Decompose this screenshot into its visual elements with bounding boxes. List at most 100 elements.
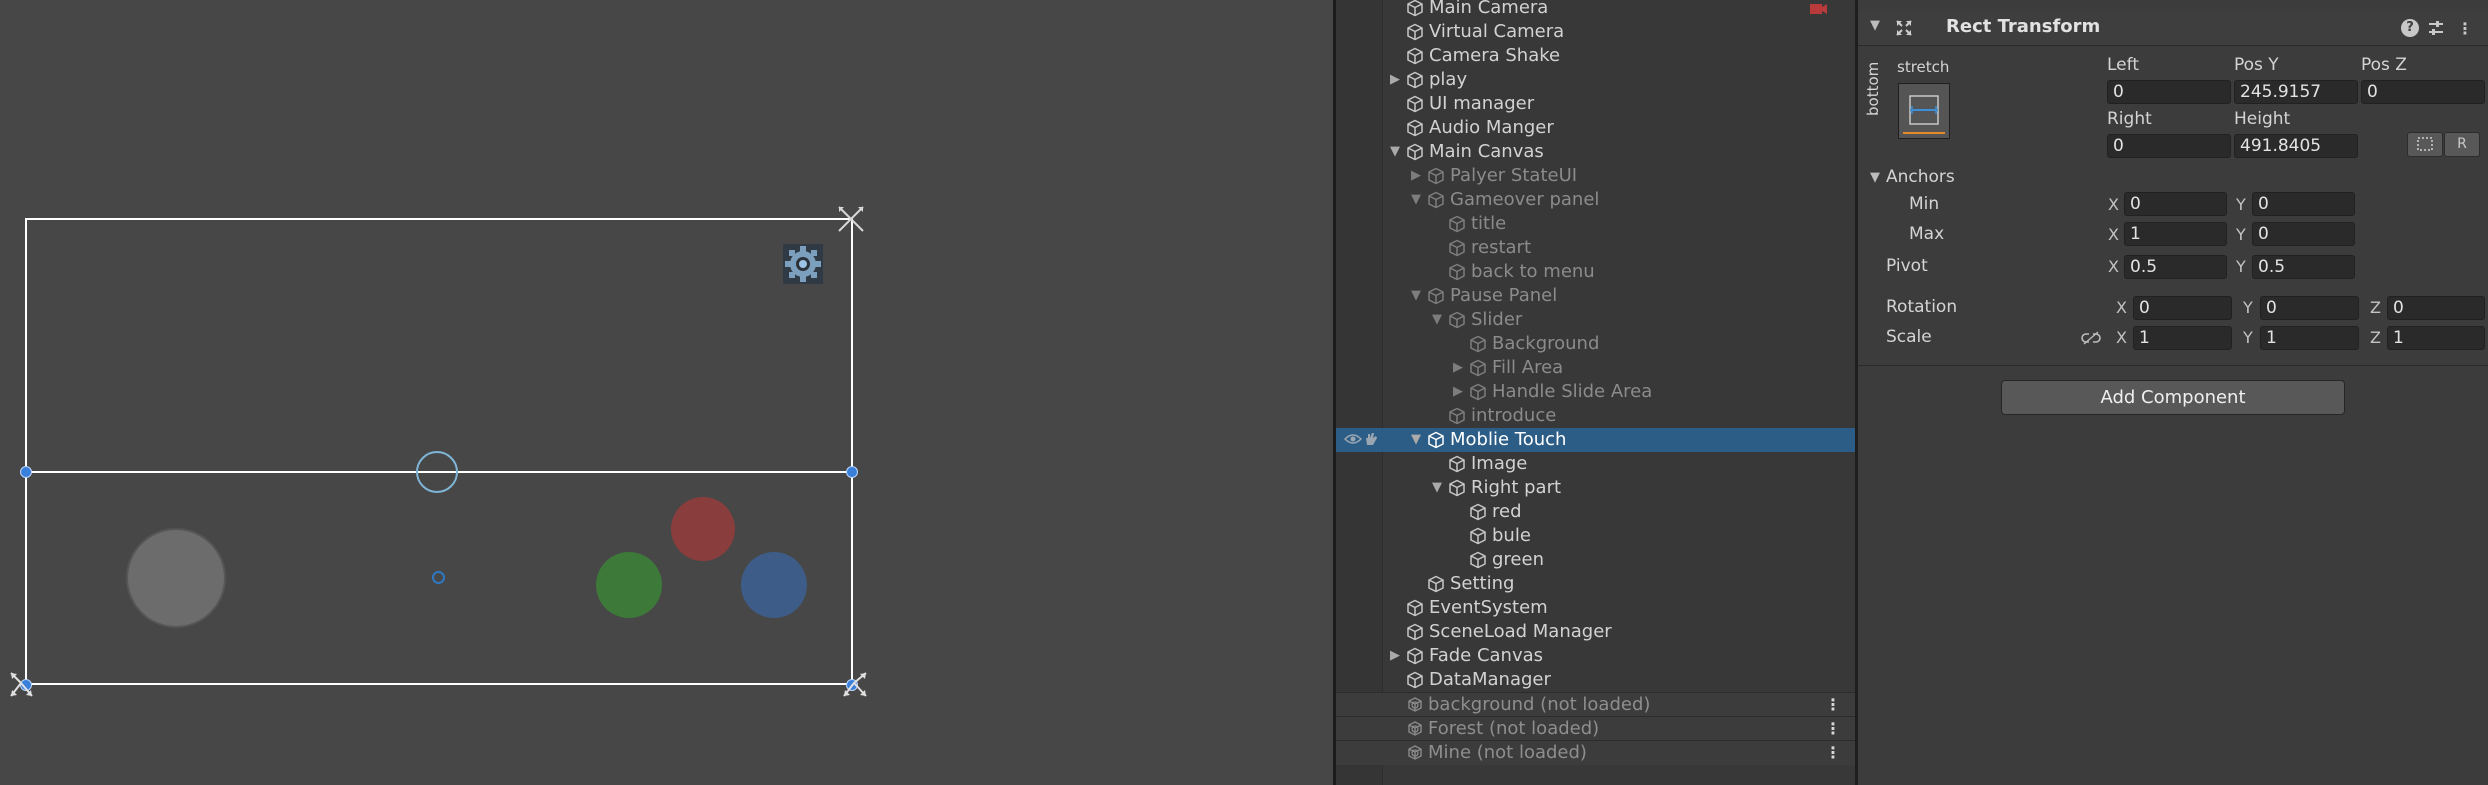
rotation-x-field[interactable]: 0: [2133, 296, 2232, 320]
scale-x-field[interactable]: 1: [2133, 326, 2232, 350]
hierarchy-item[interactable]: ▼ Slider: [1336, 308, 1855, 332]
hierarchy-item[interactable]: Audio Manger: [1336, 116, 1855, 140]
unloaded-scene-row[interactable]: Forest (not loaded) ⋮: [1336, 716, 1855, 741]
anchor-min-label: Min: [1909, 194, 1940, 214]
green-button-icon[interactable]: [596, 552, 662, 618]
hierarchy-item[interactable]: DataManager: [1336, 668, 1855, 692]
context-menu-icon[interactable]: ⋮: [2457, 19, 2473, 38]
scene-view[interactable]: [0, 0, 1333, 785]
hierarchy-item[interactable]: Camera Shake: [1336, 44, 1855, 68]
rotation-z-field[interactable]: 0: [2387, 296, 2485, 320]
hierarchy-item[interactable]: back to menu: [1336, 260, 1855, 284]
anchors-label[interactable]: Anchors: [1886, 167, 1955, 187]
hierarchy-item[interactable]: restart: [1336, 236, 1855, 260]
anchor-min-x-field[interactable]: 0: [2124, 192, 2227, 216]
right-field[interactable]: 0: [2107, 134, 2231, 158]
hierarchy-item[interactable]: UI manager: [1336, 92, 1855, 116]
hierarchy-item[interactable]: SceneLoad Manager: [1336, 620, 1855, 644]
anchors-foldout-arrow[interactable]: ▼: [1870, 170, 1880, 185]
foldout-collapsed-icon[interactable]: ▶: [1387, 644, 1403, 668]
rect-handle-left[interactable]: [20, 466, 32, 478]
hierarchy-item[interactable]: Main Camera: [1336, 0, 1855, 20]
constrain-proportions-icon[interactable]: [2081, 330, 2101, 346]
hierarchy-item[interactable]: ▶ Fade Canvas: [1336, 644, 1855, 668]
hierarchy-item[interactable]: ▼ Moblie Touch: [1336, 428, 1855, 452]
pos-y-field[interactable]: 245.9157: [2234, 80, 2358, 104]
anchor-preset-button[interactable]: [1898, 83, 1950, 139]
foldout-collapsed-icon[interactable]: ▶: [1450, 356, 1466, 380]
pickability-hand-icon[interactable]: [1363, 431, 1379, 447]
hierarchy-item[interactable]: ▼ Main Canvas: [1336, 140, 1855, 164]
left-field[interactable]: 0: [2107, 80, 2231, 104]
anchor-max-x-field[interactable]: 1: [2124, 222, 2227, 246]
anchor-max-y-label: Y: [2236, 225, 2246, 244]
foldout-arrow-icon[interactable]: ▼: [1870, 18, 1880, 33]
hierarchy-item-label: EventSystem: [1429, 597, 1548, 618]
hierarchy-item-label: Slider: [1471, 309, 1523, 330]
red-button-icon[interactable]: [671, 497, 735, 561]
gameobject-cube-icon: [1469, 335, 1487, 353]
hierarchy-item[interactable]: ▼ Pause Panel: [1336, 284, 1855, 308]
gameobject-cube-icon: [1406, 647, 1424, 665]
hierarchy-item[interactable]: Background: [1336, 332, 1855, 356]
hierarchy-item[interactable]: ▼ Gameover panel: [1336, 188, 1855, 212]
hierarchy-item[interactable]: title: [1336, 212, 1855, 236]
blueprint-mode-button[interactable]: [2407, 132, 2443, 157]
pivot-y-field[interactable]: 0.5: [2252, 255, 2355, 279]
pivot-x-field[interactable]: 0.5: [2124, 255, 2227, 279]
hierarchy-item[interactable]: green: [1336, 548, 1855, 572]
help-icon[interactable]: ?: [2401, 19, 2419, 37]
anchor-min-y-field[interactable]: 0: [2252, 192, 2355, 216]
blue-button-icon[interactable]: [741, 552, 807, 618]
hierarchy-item[interactable]: red: [1336, 500, 1855, 524]
scene-menu-icon[interactable]: ⋮: [1825, 717, 1841, 741]
foldout-expanded-icon[interactable]: ▼: [1408, 428, 1424, 452]
anchor-marker-top-right-icon[interactable]: [834, 202, 868, 236]
pivot-circle-icon[interactable]: [416, 451, 458, 493]
foldout-collapsed-icon[interactable]: ▶: [1387, 68, 1403, 92]
add-component-button[interactable]: Add Component: [2001, 380, 2345, 415]
hierarchy-item[interactable]: Image: [1336, 452, 1855, 476]
rotation-y-field[interactable]: 0: [2260, 296, 2359, 320]
hierarchy-item[interactable]: Setting: [1336, 572, 1855, 596]
anchor-marker-bottom-left-icon[interactable]: [6, 668, 36, 702]
unloaded-scene-row[interactable]: Mine (not loaded) ⋮: [1336, 740, 1855, 765]
foldout-expanded-icon[interactable]: ▼: [1408, 284, 1424, 308]
scene-menu-icon[interactable]: ⋮: [1825, 741, 1841, 765]
hierarchy-item[interactable]: ▶ Handle Slide Area: [1336, 380, 1855, 404]
hierarchy-item[interactable]: bule: [1336, 524, 1855, 548]
gameobject-cube-icon: [1406, 95, 1424, 113]
scene-menu-icon[interactable]: ⋮: [1825, 693, 1841, 717]
hierarchy-item[interactable]: Virtual Camera: [1336, 20, 1855, 44]
pos-z-field[interactable]: 0: [2361, 80, 2485, 104]
foldout-collapsed-icon[interactable]: ▶: [1450, 380, 1466, 404]
hierarchy-item[interactable]: ▶ play: [1336, 68, 1855, 92]
hierarchy-item[interactable]: ▶ Palyer StateUI: [1336, 164, 1855, 188]
joystick-icon[interactable]: [126, 528, 226, 628]
foldout-expanded-icon[interactable]: ▼: [1429, 308, 1445, 332]
rect-transform-header[interactable]: ▼ Rect Transform: [1858, 11, 2488, 46]
foldout-expanded-icon[interactable]: ▼: [1429, 476, 1445, 500]
height-field[interactable]: 491.8405: [2234, 134, 2358, 158]
unloaded-scene-row[interactable]: background (not loaded) ⋮: [1336, 692, 1855, 717]
settings-gear-icon[interactable]: [781, 242, 825, 286]
gameobject-cube-icon: [1406, 71, 1424, 89]
hierarchy-item[interactable]: introduce: [1336, 404, 1855, 428]
hierarchy-item[interactable]: ▼ Right part: [1336, 476, 1855, 500]
hierarchy-item[interactable]: ▶ Fill Area: [1336, 356, 1855, 380]
scene-icon: [1406, 696, 1424, 714]
gameobject-cube-icon: [1448, 239, 1466, 257]
anchor-marker-bottom-right-icon[interactable]: [842, 668, 872, 702]
scale-y-field[interactable]: 1: [2260, 326, 2359, 350]
scale-z-field[interactable]: 1: [2387, 326, 2485, 350]
hierarchy-item[interactable]: EventSystem: [1336, 596, 1855, 620]
visibility-eye-icon[interactable]: [1344, 432, 1362, 446]
foldout-expanded-icon[interactable]: ▼: [1408, 188, 1424, 212]
presets-icon[interactable]: [2427, 19, 2445, 37]
gameobject-cube-icon: [1427, 191, 1445, 209]
foldout-expanded-icon[interactable]: ▼: [1387, 140, 1403, 164]
rect-handle-right[interactable]: [846, 466, 858, 478]
foldout-collapsed-icon[interactable]: ▶: [1408, 164, 1424, 188]
anchor-max-y-field[interactable]: 0: [2252, 222, 2355, 246]
raw-edit-button[interactable]: R: [2444, 132, 2480, 157]
